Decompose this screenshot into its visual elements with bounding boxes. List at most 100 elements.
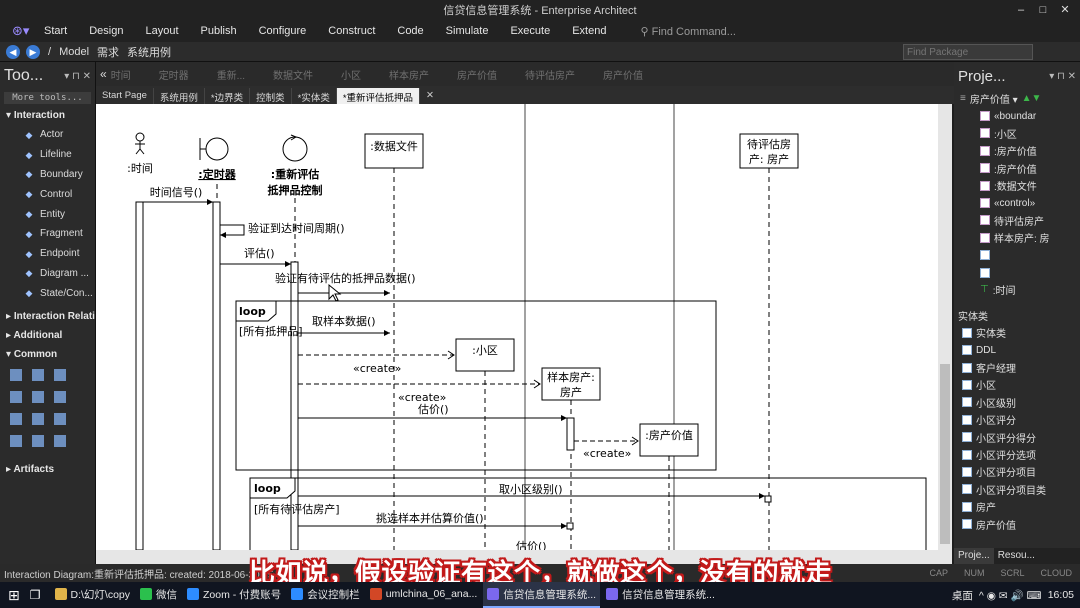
menu-extend[interactable]: Extend [572, 25, 606, 37]
minimize-icon[interactable]: – [1010, 0, 1032, 20]
connector-tool-icon[interactable] [10, 435, 22, 448]
project-item[interactable]: :小区 [954, 125, 1080, 142]
tab-use-cases[interactable]: 系统用例 [154, 88, 205, 104]
menu-execute[interactable]: Execute [510, 25, 550, 37]
menu-construct[interactable]: Construct [328, 25, 375, 37]
message-label[interactable]: 验证有待评估的抵押品数据() [275, 271, 416, 285]
project-item[interactable]: :房产价值 [954, 160, 1080, 177]
project-item[interactable]: «control» [954, 194, 1080, 211]
tab-start-page[interactable]: Start Page [96, 88, 154, 104]
section-common[interactable]: ▾ Common [0, 345, 95, 364]
find-command-input[interactable]: ⚲ Find Command... [640, 25, 736, 38]
project-dropdown[interactable]: ≡ 房产价值 ▾ ▲▼ [954, 90, 1080, 107]
scroll-thumb[interactable] [940, 364, 950, 544]
label-tool-icon[interactable] [54, 369, 66, 382]
close-icon[interactable]: ✕ [1054, 0, 1076, 20]
toolbox-pin-icon[interactable]: ▾ ⊓ ✕ [64, 71, 91, 82]
activation-bar[interactable] [566, 417, 575, 451]
back-icon[interactable]: ◀ [6, 44, 20, 59]
control-lifeline-head[interactable] [282, 134, 308, 162]
text-tool-icon[interactable] [10, 369, 22, 382]
taskbar-app[interactable]: 微信 [136, 582, 181, 608]
menu-layout[interactable]: Layout [145, 25, 178, 37]
up-arrow-icon[interactable]: ▲▼ [1022, 93, 1042, 104]
breadcrumb-model[interactable]: Model [59, 46, 89, 58]
breadcrumb-requirements[interactable]: 需求 [97, 44, 119, 60]
tool-diagram[interactable]: ◆ Diagram ... [0, 264, 95, 284]
tree-item[interactable]: 小区评分选项 [954, 446, 1080, 463]
breadcrumb-root[interactable]: / [48, 46, 51, 58]
message-label[interactable]: 评估() [244, 247, 275, 260]
note-tool-icon[interactable] [32, 369, 44, 382]
taskbar-app[interactable]: 信贷信息管理系统... [602, 582, 719, 608]
menu-publish[interactable]: Publish [201, 25, 237, 37]
message-label[interactable]: 验证到达时间周期() [248, 221, 345, 235]
document-tool-icon[interactable] [54, 413, 66, 426]
tree-item[interactable]: 小区评分项目 [954, 463, 1080, 480]
tree-item[interactable]: 小区评分项目类 [954, 481, 1080, 498]
desktop-label[interactable]: 桌面 [952, 588, 973, 603]
tree-item[interactable]: 房产价值 [954, 515, 1080, 532]
tool-entity[interactable]: ◆ Entity [0, 204, 95, 224]
message-label[interactable]: 挑选样本并估算价值() [376, 511, 484, 525]
section-additional[interactable]: ▸ Additional [0, 326, 95, 345]
tool-state-con[interactable]: ◆ State/Con... [0, 283, 95, 303]
actor-lifeline-head[interactable] [135, 132, 145, 155]
project-item[interactable] [954, 247, 1080, 264]
more-tools-button[interactable]: More tools... [4, 92, 91, 104]
message-label[interactable]: 估价() [418, 403, 449, 416]
windows-start-icon[interactable]: ⊞ [8, 587, 20, 604]
breadcrumb-use-cases[interactable]: 系统用例 [127, 44, 171, 60]
tool-control[interactable]: ◆ Control [0, 184, 95, 204]
task-view-icon[interactable]: ❐ [30, 588, 41, 602]
dependency-tool-icon[interactable] [32, 435, 44, 448]
group-tool-icon[interactable] [32, 413, 44, 426]
tree-item[interactable]: 小区级别 [954, 394, 1080, 411]
tab-boundary-classes[interactable]: *边界类 [205, 88, 251, 104]
legend-tool-icon[interactable] [10, 391, 22, 404]
activation-bar[interactable] [212, 201, 221, 550]
tree-item[interactable]: 小区评分 [954, 411, 1080, 428]
tree-item[interactable]: 房产 [954, 498, 1080, 515]
menu-code[interactable]: Code [397, 25, 423, 37]
taskbar-app[interactable]: D:\幻灯\copy [51, 582, 135, 608]
section-interaction[interactable]: ▾ Interaction [0, 106, 95, 125]
taskbar-app[interactable]: Zoom - 付费账号 [183, 582, 285, 608]
tab-reevaluate-collateral[interactable]: *重新评估抵押品 [336, 88, 421, 104]
app-logo-icon[interactable]: ⊛▾ [0, 23, 44, 39]
clock[interactable]: 16:05 [1048, 589, 1074, 601]
menu-simulate[interactable]: Simulate [446, 25, 489, 37]
project-item[interactable]: «boundar [954, 107, 1080, 124]
tool-fragment[interactable]: ◆ Fragment [0, 224, 95, 244]
package-tool-icon[interactable] [10, 413, 22, 426]
tree-item[interactable]: 小区 [954, 376, 1080, 393]
menu-configure[interactable]: Configure [259, 25, 307, 37]
tree-item[interactable]: 实体类 [954, 324, 1080, 341]
taskbar-app[interactable]: 会议控制栏 [287, 582, 364, 608]
tool-endpoint[interactable]: ◆ Endpoint [0, 244, 95, 264]
project-item[interactable]: 待评估房产 [954, 212, 1080, 229]
project-item[interactable]: :房产价值 [954, 142, 1080, 159]
message-label[interactable]: 时间信号() [150, 186, 203, 199]
menu-design[interactable]: Design [89, 25, 123, 37]
tab-control-classes[interactable]: 控制类 [250, 88, 292, 104]
maximize-icon[interactable]: □ [1032, 0, 1054, 20]
tab-close-icon[interactable]: ✕ [420, 88, 440, 104]
project-item[interactable] [954, 264, 1080, 281]
tab-project[interactable]: Proje... [954, 548, 994, 564]
diagram-canvas[interactable]: :时间 :定时器 :重新评估 抵押品控制 :数据文件 待评估房 产: 房产 时间 [96, 104, 938, 550]
tree-item[interactable]: 客户经理 [954, 359, 1080, 376]
message-label[interactable]: «create» [353, 362, 401, 375]
forward-icon[interactable]: ▶ [26, 44, 40, 59]
tab-entity-classes[interactable]: *实体类 [292, 88, 337, 104]
diagram-vertical-scrollbar[interactable] [938, 104, 952, 550]
tab-resources[interactable]: Resou... [994, 548, 1039, 564]
find-package-input[interactable] [903, 44, 1033, 60]
section-artifacts[interactable]: ▸ Artifacts [0, 460, 95, 479]
activation-bar[interactable] [135, 201, 144, 550]
tray-icons[interactable]: ^ ◉ ✉ 🔊 ⌨ [979, 589, 1042, 602]
taskbar-app[interactable]: umlchina_06_ana... [366, 582, 482, 608]
message-label[interactable]: 取小区级别() [499, 483, 563, 496]
image-tool-icon[interactable] [32, 391, 44, 404]
message-label[interactable]: 估价() [516, 540, 547, 550]
